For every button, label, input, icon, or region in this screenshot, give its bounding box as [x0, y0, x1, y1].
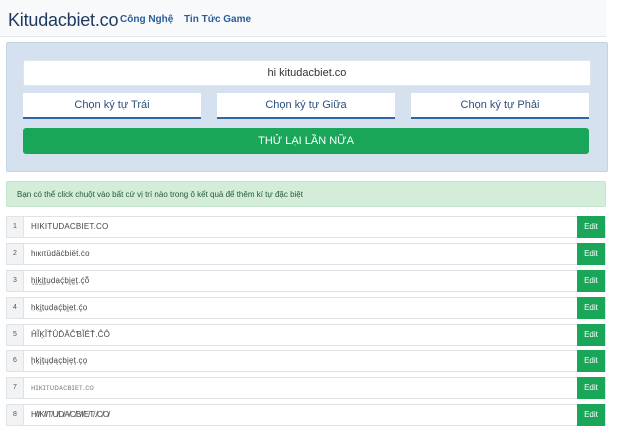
edit-button[interactable]: Edit	[577, 269, 605, 292]
result-row[interactable]: 1 HIKITUDACBIET.CO Edit	[6, 216, 606, 238]
edit-button[interactable]: Edit	[577, 242, 605, 265]
result-text[interactable]: ʜɪᴋɪᴛᴜᴅᴀᴄʙɪᴇᴛ.ᴄᴏ	[31, 378, 94, 398]
row-number: 4	[7, 297, 24, 318]
row-number: 5	[7, 324, 24, 345]
choose-middle-button[interactable]: Chọn ký tự Giữa	[217, 93, 395, 119]
result-text[interactable]: ĤĨĶĨŤÛĎÂĈƁĨÊŤ.ĈÔ	[31, 325, 110, 345]
info-alert: Bạn có thể click chuột vào bất cứ vị trí…	[6, 181, 606, 207]
row-number: 8	[7, 405, 24, 426]
result-row[interactable]: 2 hιкιτüdäċbiëṫ.ċo Edit	[6, 242, 606, 265]
result-text[interactable]: ḫḭḵḭṱṷḍạḉḅḭḛṱ.ḉṏ	[31, 271, 89, 291]
text-input[interactable]: hi kitudacbiet.co	[23, 60, 591, 86]
result-row[interactable]: 3 ḫḭḵḭṱṷḍạḉḅḭḛṱ.ḉṏ Edit	[6, 269, 606, 292]
result-row[interactable]: 6 ḩķįţųḑąçbįęţ.çǫ Edit	[6, 350, 606, 373]
row-number: 2	[7, 243, 24, 264]
result-text[interactable]: hιкιτüdäċbiëṫ.ċo	[31, 244, 90, 264]
edit-button[interactable]: Edit	[577, 350, 605, 373]
result-row[interactable]: 4 ḥḳḭṭụḍạḉḅḭẹṭ.ḉọ Edit	[6, 296, 606, 319]
edit-button[interactable]: Edit	[577, 296, 605, 319]
generator-panel: hi kitudacbiet.co Chọn ký tự Trái Chọn k…	[6, 42, 608, 172]
row-number: 7	[7, 378, 24, 399]
choose-left-button[interactable]: Chọn ký tự Trái	[23, 93, 201, 119]
choose-right-button[interactable]: Chọn ký tự Phải	[411, 93, 589, 119]
result-row[interactable]: 8 H̸I̸K̸I̸T̸U̸D̸A̸C̸B̸I̸E̸T̸.̸C̸O̸ Edit	[6, 404, 606, 427]
retry-button[interactable]: THỬ LẠI LẦN NỮA	[23, 128, 589, 154]
result-row[interactable]: 5 ĤĨĶĨŤÛĎÂĈƁĨÊŤ.ĈÔ Edit	[6, 323, 606, 346]
result-text[interactable]: HIKITUDACBIET.CO	[31, 217, 108, 237]
result-row[interactable]: 7 ʜɪᴋɪᴛᴜᴅᴀᴄʙɪᴇᴛ.ᴄᴏ Edit	[6, 377, 606, 400]
edit-button[interactable]: Edit	[577, 404, 605, 427]
edit-button[interactable]: Edit	[577, 323, 605, 346]
row-number: 1	[7, 217, 24, 237]
row-number: 3	[7, 270, 24, 291]
nav-link-tin-tuc-game[interactable]: Tin Tức Game	[184, 14, 251, 25]
top-navbar: Kitudacbiet.co Công Nghệ Tin Tức Game	[0, 0, 606, 37]
result-text[interactable]: H̸I̸K̸I̸T̸U̸D̸A̸C̸B̸I̸E̸T̸.̸C̸O̸	[31, 405, 109, 425]
site-logo[interactable]: Kitudacbiet.co	[8, 10, 118, 31]
result-text[interactable]: ḥḳḭṭụḍạḉḅḭẹṭ.ḉọ	[31, 298, 87, 318]
edit-button[interactable]: Edit	[577, 216, 605, 238]
result-text[interactable]: ḩķįţųḑąçbįęţ.çǫ	[31, 351, 87, 371]
results-list: 1 HIKITUDACBIET.CO Edit 2 hιкιτüdäċbiëṫ.…	[6, 216, 606, 431]
edit-button[interactable]: Edit	[577, 377, 605, 400]
row-number: 6	[7, 351, 24, 372]
nav-link-cong-nghe[interactable]: Công Nghệ	[120, 14, 173, 25]
